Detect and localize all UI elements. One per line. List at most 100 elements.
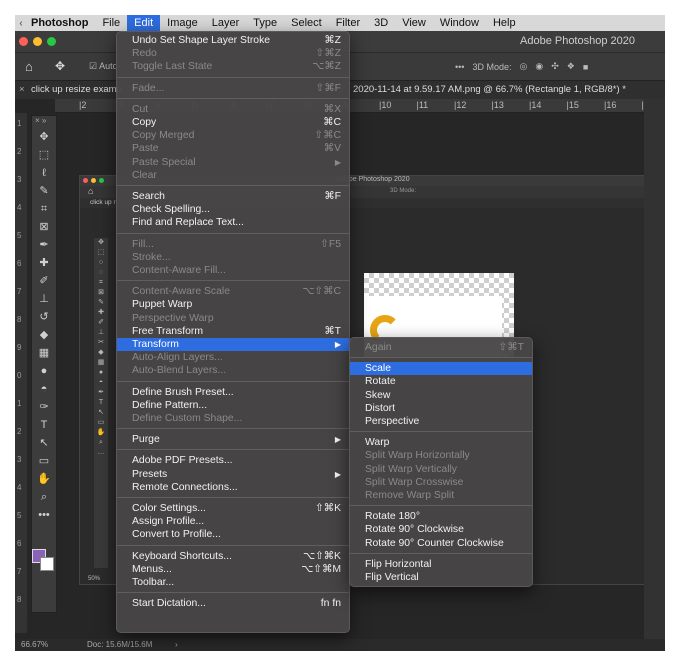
quick-select-tool-icon[interactable]: ✎	[32, 182, 56, 200]
blur-tool-icon[interactable]: ●	[32, 362, 56, 380]
menu-item-convert-to-profile[interactable]: Convert to Profile...	[117, 528, 349, 541]
menu-item-perspective[interactable]: Perspective	[350, 415, 532, 428]
menu-item-adobe-pdf-presets[interactable]: Adobe PDF Presets...	[117, 454, 349, 467]
menu-image[interactable]: Image	[160, 15, 205, 31]
pen-tool-icon[interactable]: ✑	[32, 398, 56, 416]
zoom-window-button[interactable]	[47, 37, 56, 46]
eraser-tool-icon[interactable]: ◆	[32, 326, 56, 344]
menu-edit[interactable]: Edit	[127, 15, 161, 31]
menu-select[interactable]: Select	[284, 15, 329, 31]
menu-help[interactable]: Help	[486, 15, 523, 31]
menu-item-rotate-180[interactable]: Rotate 180°	[350, 510, 532, 523]
menu-item-puppet-warp[interactable]: Puppet Warp	[117, 298, 349, 311]
menu-item-color-settings[interactable]: Color Settings... ⇧⌘K	[117, 502, 349, 515]
menu-item-find-and-replace-text[interactable]: Find and Replace Text...	[117, 216, 349, 229]
move-tool-icon[interactable]: ✥	[32, 128, 56, 146]
clone-stamp-icon[interactable]: ⊥	[32, 290, 56, 308]
menu-item-distort[interactable]: Distort	[350, 402, 532, 415]
menu-item-rotate-90-clockwise[interactable]: Rotate 90° Clockwise	[350, 523, 532, 536]
close-tab-icon[interactable]: ×	[19, 84, 25, 95]
marquee-tool-icon[interactable]: ⬚	[32, 146, 56, 164]
menu-item-scale[interactable]: Scale	[350, 362, 532, 376]
close-window-button[interactable]	[19, 37, 28, 46]
menu-item-skew[interactable]: Skew	[350, 389, 532, 402]
3d-slide-icon[interactable]: ❖	[567, 61, 575, 72]
menu-item-undo-set-shape-layer-stroke[interactable]: Undo Set Shape Layer Stroke ⌘Z	[117, 34, 349, 47]
menu-separator	[117, 428, 349, 430]
menu-item-flip-vertical[interactable]: Flip Vertical	[350, 571, 532, 584]
menu-item-flip-horizontal[interactable]: Flip Horizontal	[350, 558, 532, 571]
menu-item-search[interactable]: Search ⌘F	[117, 190, 349, 203]
menu-item-label: Clear	[132, 169, 157, 181]
menu-view[interactable]: View	[395, 15, 433, 31]
crop-tool-icon[interactable]: ⌗	[32, 200, 56, 218]
rectangle-tool-icon[interactable]: ▭	[32, 452, 56, 470]
menu-item-start-dictation[interactable]: Start Dictation... fn fn	[117, 597, 349, 610]
background-color-swatch[interactable]	[40, 557, 54, 571]
tools-panel: × » ✥ ⬚ ℓ ✎ ⌗ ⊠ ✒ ✚ ✐ ⊥ ↺ ◆ ▦ ● ◓ ✑ T ↖ ▭ ✋ ⌕ •••	[31, 115, 57, 613]
menu-item-warp[interactable]: Warp	[350, 436, 532, 449]
frame-tool-icon[interactable]: ⊠	[32, 218, 56, 236]
menu-item-purge[interactable]: Purge ▶	[117, 433, 349, 446]
more-options-icon[interactable]: •••	[455, 62, 464, 72]
menu-item-label: Split Warp Crosswise	[365, 476, 464, 488]
menu-type[interactable]: Type	[246, 15, 284, 31]
gradient-tool-icon[interactable]: ▦	[32, 344, 56, 362]
menu-item-menus[interactable]: Menus... ⌥⇧⌘M	[117, 563, 349, 576]
app-menu[interactable]: Photoshop	[27, 15, 95, 31]
zoom-tool-icon[interactable]: ⌕	[32, 488, 56, 506]
menu-item-toolbar[interactable]: Toolbar...	[117, 576, 349, 589]
menu-item-assign-profile[interactable]: Assign Profile...	[117, 515, 349, 528]
home-icon[interactable]: ⌂	[25, 59, 33, 74]
type-tool-icon[interactable]: T	[32, 416, 56, 434]
vruler-tick: 6	[17, 259, 22, 268]
menu-item-presets[interactable]: Presets ▶	[117, 468, 349, 481]
menu-layer[interactable]: Layer	[205, 15, 247, 31]
healing-brush-icon[interactable]: ✚	[32, 254, 56, 272]
menu-3d[interactable]: 3D	[367, 15, 395, 31]
menu-item-check-spelling[interactable]: Check Spelling...	[117, 203, 349, 216]
menu-item-remote-connections[interactable]: Remote Connections...	[117, 481, 349, 494]
menu-item-paste-special: Paste Special ▶	[117, 156, 349, 169]
menu-window[interactable]: Window	[433, 15, 486, 31]
status-zoom[interactable]: 66.67%	[21, 640, 48, 649]
menu-item-define-brush-preset[interactable]: Define Brush Preset...	[117, 386, 349, 399]
minimize-window-button[interactable]	[33, 37, 42, 46]
menu-item-again: Again ⇧⌘T	[350, 341, 532, 354]
3d-orbit-icon[interactable]: ◎	[519, 61, 527, 72]
menu-separator	[117, 497, 349, 498]
menu-item-label: Split Warp Vertically	[365, 463, 458, 475]
path-select-icon[interactable]: ↖	[32, 434, 56, 452]
menu-item-keyboard-shortcuts[interactable]: Keyboard Shortcuts... ⌥⇧⌘K	[117, 550, 349, 563]
history-brush-icon[interactable]: ↺	[32, 308, 56, 326]
3d-roll-icon[interactable]: ◉	[535, 61, 543, 72]
menu-item-copy[interactable]: Copy ⌘C	[117, 116, 349, 129]
dodge-tool-icon[interactable]: ◓	[32, 380, 56, 398]
menu-item-label: Paste	[132, 143, 159, 155]
eyedropper-tool-icon[interactable]: ✒	[32, 236, 56, 254]
3d-pan-icon[interactable]: ✣	[551, 61, 559, 72]
menu-item-rotate-90-counter-clockwise[interactable]: Rotate 90° Counter Clockwise	[350, 537, 532, 550]
menu-item-shortcut: ⇧⌘Z	[315, 48, 341, 60]
3d-scale-icon[interactable]: ■	[583, 62, 588, 72]
menu-item-label: Again	[365, 342, 392, 353]
status-arrow[interactable]: ›	[175, 640, 178, 649]
more-tools-icon[interactable]: •••	[32, 506, 56, 524]
move-tool-icon[interactable]: ✥	[55, 59, 65, 73]
menu-filter[interactable]: Filter	[329, 15, 367, 31]
menu-item-free-transform[interactable]: Free Transform ⌘T	[117, 325, 349, 338]
brush-tool-icon[interactable]: ✐	[32, 272, 56, 290]
lasso-tool-icon[interactable]: ℓ	[32, 164, 56, 182]
hand-tool-icon[interactable]: ✋	[32, 470, 56, 488]
menu-item-define-pattern[interactable]: Define Pattern...	[117, 399, 349, 412]
menu-item-label: Warp	[365, 437, 390, 449]
menu-file[interactable]: File	[95, 15, 127, 31]
menu-separator	[117, 449, 349, 451]
menu-item-label: Adobe PDF Presets...	[132, 455, 233, 467]
menu-item-shortcut: ⇧⌘F	[315, 82, 341, 94]
tools-panel-header[interactable]: × »	[32, 116, 56, 128]
menu-item-transform[interactable]: Transform ▶	[117, 338, 349, 351]
menu-item-rotate[interactable]: Rotate	[350, 375, 532, 388]
apple-menu-icon[interactable]: ‹	[15, 18, 27, 29]
menu-item-label: Rotate 90° Clockwise	[365, 524, 464, 536]
